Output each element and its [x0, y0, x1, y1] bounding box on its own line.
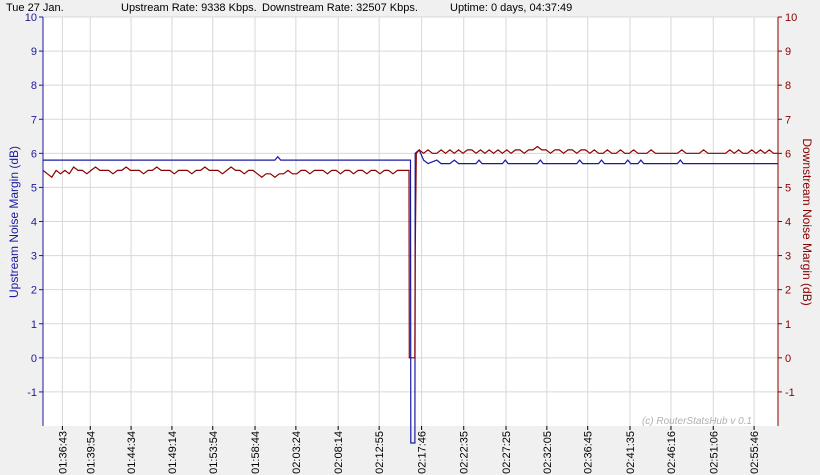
x-tick-label: 02:55:46 [749, 431, 761, 474]
x-tick-label: 01:49:14 [167, 431, 179, 474]
y-tick-label-right: 6 [785, 148, 791, 160]
y-tick-label-right: 8 [785, 80, 791, 92]
y-tick-label-left: 1 [31, 319, 37, 331]
x-tick-label: 02:17:46 [417, 431, 429, 474]
x-tick-label: 01:36:43 [57, 431, 69, 474]
y-tick-label-left: 6 [31, 148, 37, 160]
y-tick-label-left: -1 [27, 387, 37, 399]
x-tick-label: 02:27:25 [501, 431, 513, 474]
left-axis-title: Upstream Noise Margin (dB) [7, 146, 21, 298]
y-tick-label-right: -1 [785, 387, 795, 399]
x-axis: 01:36:43 01:39:54 01:44:34 01:49:14 01:53:54… [57, 426, 761, 474]
y-tick-label-left: 8 [31, 80, 37, 92]
y-tick-label-right: 9 [785, 46, 791, 58]
y-tick-label-right: 4 [785, 217, 791, 229]
y-tick-label-right: 5 [785, 182, 791, 194]
watermark: (c) RouterStatsHub v 0.1 [642, 416, 752, 427]
x-tick-label: 02:32:05 [542, 431, 554, 474]
x-tick-label: 02:03:24 [291, 431, 303, 474]
y-tick-label-left: 9 [31, 46, 37, 58]
x-tick-label: 01:44:34 [126, 431, 138, 474]
noise-margin-chart: -1012345678910 -1012345678910 01:36:43 01… [7, 12, 814, 474]
y-axis-left: -1 0 1 2 3 4 5 6 7 8 9 10 [25, 12, 43, 399]
x-tick-label: 02:08:14 [333, 431, 345, 474]
y-tick-label-left: 2 [31, 285, 37, 297]
y-tick-label-left: 3 [31, 251, 37, 263]
y-tick-label-right: 0 [785, 353, 791, 365]
y-axis-right: -1 0 1 2 3 4 5 6 7 8 9 10 [778, 12, 797, 399]
y-tick-label-left: 10 [25, 12, 37, 24]
y-tick-label-left: 7 [31, 114, 37, 126]
x-tick-label: 02:12:55 [374, 431, 386, 474]
x-tick-label: 01:53:54 [208, 431, 220, 474]
y-tick-label-right: 1 [785, 319, 791, 331]
x-tick-label: 02:22:35 [459, 431, 471, 474]
y-tick-label-right: 10 [785, 12, 797, 24]
y-tick-label-right: 7 [785, 114, 791, 126]
y-tick-label-right: 3 [785, 251, 791, 263]
x-tick-label: 02:36:45 [583, 431, 595, 474]
y-tick-label-left: 4 [31, 217, 37, 229]
right-axis-title: Downstream Noise Margin (dB) [800, 138, 814, 305]
y-tick-label-right: 2 [785, 285, 791, 297]
x-tick-label: 01:58:44 [250, 431, 262, 474]
y-tick-label-left: 5 [31, 182, 37, 194]
x-tick-label: 02:51:06 [708, 431, 720, 474]
x-tick-label: 01:39:54 [85, 431, 97, 474]
x-tick-label: 02:46:16 [666, 431, 678, 474]
y-tick-label-left: 0 [31, 353, 37, 365]
x-tick-label: 02:41:35 [625, 431, 637, 474]
